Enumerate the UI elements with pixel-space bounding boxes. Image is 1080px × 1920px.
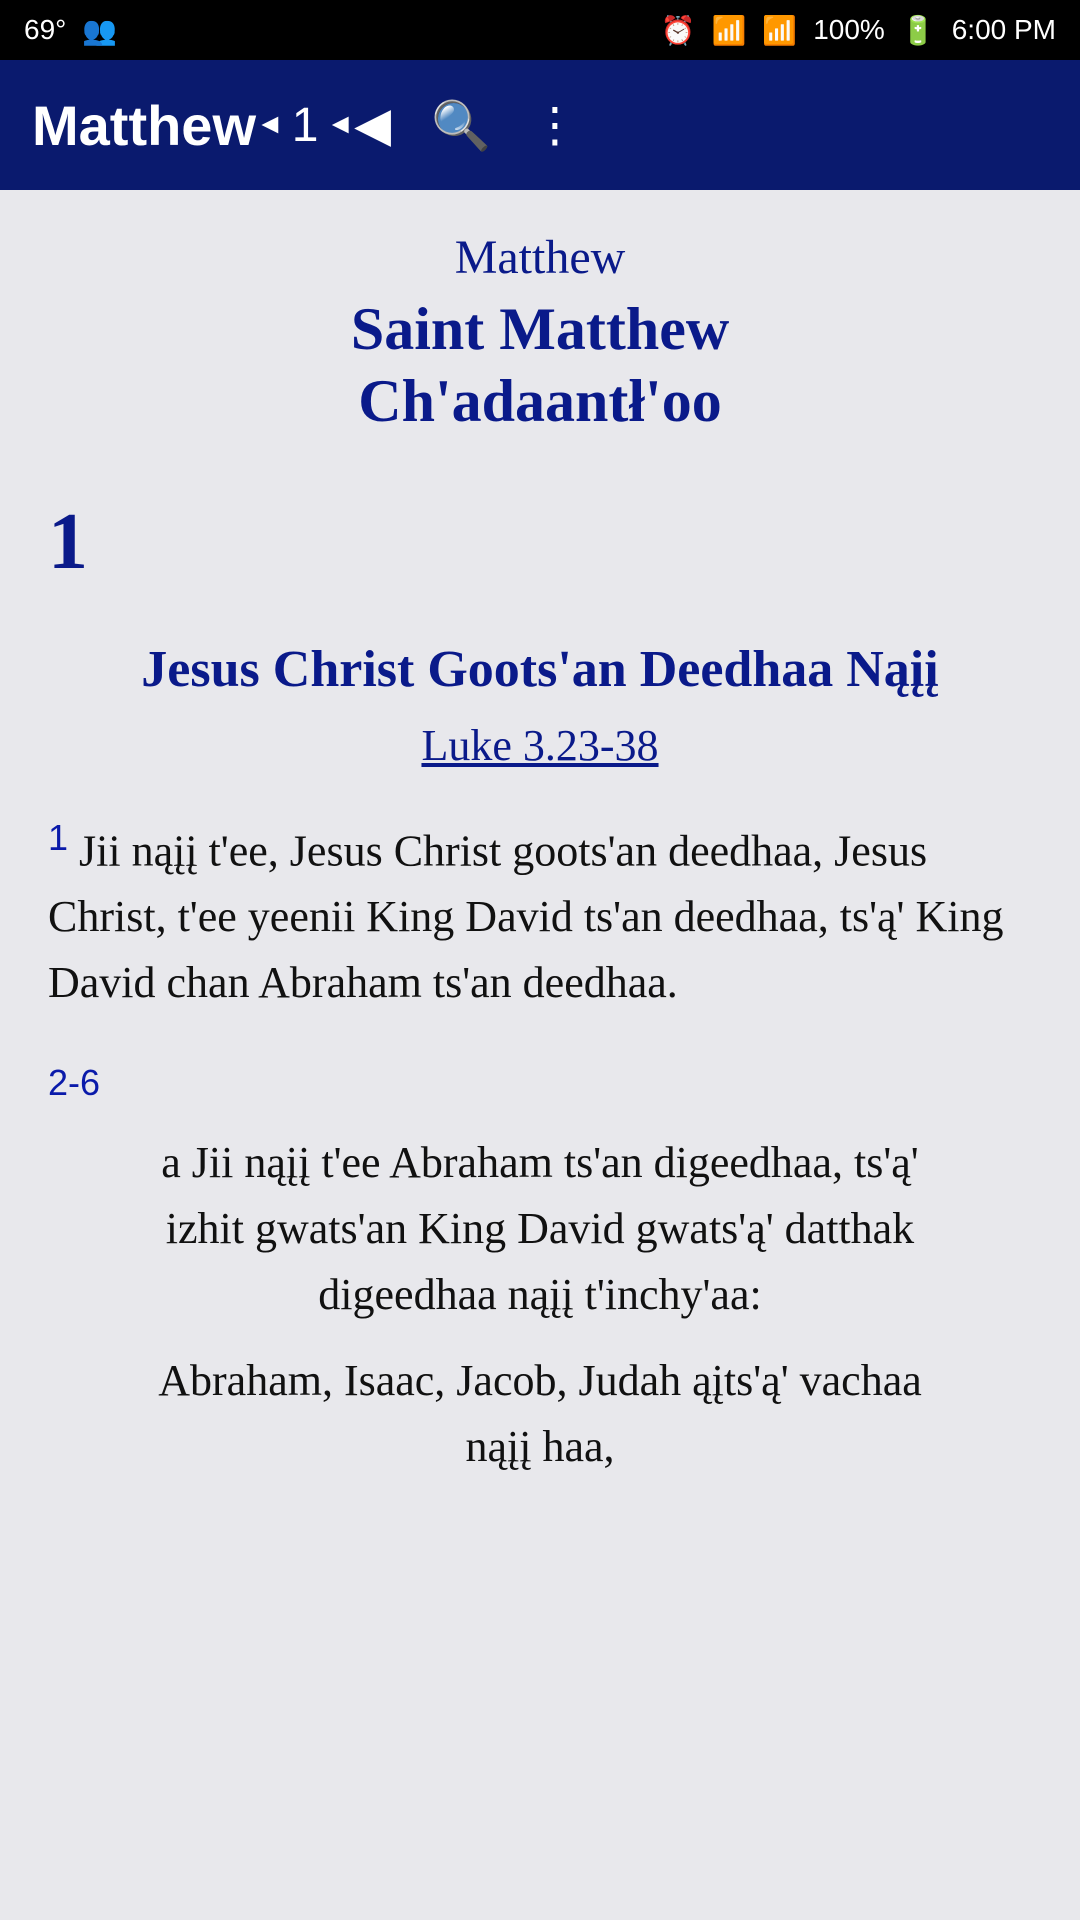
verse-1: 1 Jii nąįį t'ee, Jesus Christ goots'an d… [48, 811, 1032, 1017]
verse-1-num: 1 [48, 817, 68, 858]
verse-2-6: 2-6 a Jii nąįį t'ee Abraham ts'an digeed… [48, 1056, 1032, 1480]
clock: 6:00 PM [952, 14, 1056, 46]
next-chapter-icon[interactable]: ◄ [326, 109, 354, 141]
book-name: Matthew [48, 230, 1032, 285]
signal-icon: 📶 [762, 14, 797, 47]
verse-2-6-text-intro: a Jii nąįį t'ee Abraham ts'an digeedhaa,… [48, 1130, 1032, 1328]
alarm-icon: ⏰ [661, 14, 696, 47]
mute-icon[interactable]: ◀ [354, 97, 391, 153]
status-left: 69° 👥 [24, 14, 117, 47]
contacts-icon: 👥 [82, 14, 117, 47]
toolbar: Matthew ◄ 1 ◄ ◀ 🔍 ⋮ [0, 60, 1080, 190]
search-icon[interactable]: 🔍 [431, 97, 491, 154]
chapter-nav: ◄ 1 ◄ [256, 98, 354, 153]
toolbar-actions: ◀ 🔍 ⋮ [354, 97, 579, 154]
chapter-number-display: 1 [48, 497, 1032, 588]
status-right: ⏰ 📶 📶 100% 🔋 6:00 PM [661, 14, 1056, 47]
cross-reference[interactable]: Luke 3.23-38 [48, 720, 1032, 771]
section-heading: Jesus Christ Goots'an Deedhaa Nąįį [48, 636, 1032, 704]
book-subtitle: Saint Matthew Ch'adaantł'oo [48, 293, 1032, 437]
battery-level: 100% [813, 14, 885, 46]
subtitle-line2: Ch'adaantł'oo [358, 368, 721, 434]
wifi-icon: 📶 [711, 14, 746, 47]
main-content: Matthew Saint Matthew Ch'adaantł'oo 1 Je… [0, 190, 1080, 1560]
subtitle-line1: Saint Matthew [351, 296, 729, 362]
more-options-icon[interactable]: ⋮ [531, 97, 579, 153]
temperature: 69° [24, 14, 66, 46]
book-title-header[interactable]: Matthew [32, 93, 256, 158]
verse-1-text: Jii nąįį t'ee, Jesus Christ goots'an dee… [48, 826, 1003, 1007]
verse-2-6-num: 2-6 [48, 1062, 100, 1103]
chapter-number-header[interactable]: 1 [292, 98, 319, 153]
status-bar: 69° 👥 ⏰ 📶 📶 100% 🔋 6:00 PM [0, 0, 1080, 60]
prev-chapter-icon[interactable]: ◄ [256, 109, 284, 141]
verse-2-6-text-list: Abraham, Isaac, Jacob, Judah ąįts'ą' vac… [48, 1348, 1032, 1480]
battery-icon: 🔋 [901, 14, 936, 47]
